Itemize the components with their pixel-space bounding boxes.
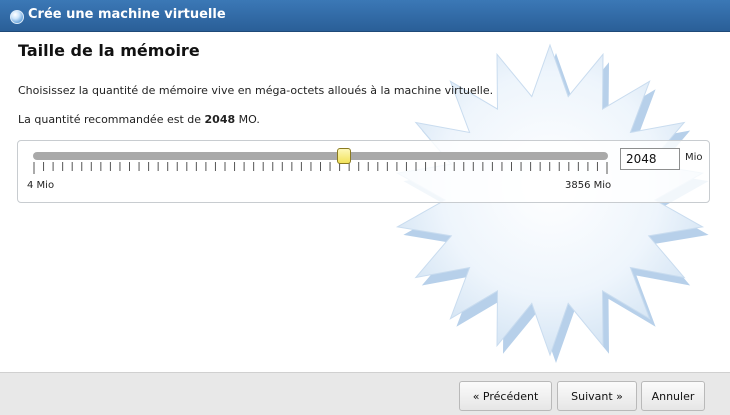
memory-slider-thumb[interactable] [337, 148, 352, 164]
window-title: Crée une machine virtuelle [28, 7, 226, 22]
window-titlebar: Crée une machine virtuelle [0, 0, 730, 32]
recommended-memory-text: La quantité recommandée est de 2048 MO. [18, 113, 260, 126]
memory-max-label: 3856 Mio [565, 180, 612, 191]
recommended-prefix: La quantité recommandée est de [18, 113, 205, 126]
recommended-suffix: MO. [235, 113, 260, 126]
memory-slider-track[interactable] [33, 152, 608, 160]
next-button[interactable]: Suivant » [557, 381, 637, 411]
previous-button[interactable]: « Précédent [459, 381, 552, 411]
recommended-value: 2048 [204, 113, 236, 126]
virtualbox-orb-icon [10, 10, 24, 24]
memory-size-input[interactable] [620, 148, 680, 170]
memory-unit-label: Mio [685, 152, 703, 163]
memory-description: Choisissez la quantité de mémoire vive e… [18, 84, 494, 97]
memory-slider-ticks [33, 162, 608, 174]
cancel-button[interactable]: Annuler [641, 381, 705, 411]
page-title: Taille de la mémoire [18, 41, 200, 60]
memory-min-label: 4 Mio [27, 180, 55, 191]
